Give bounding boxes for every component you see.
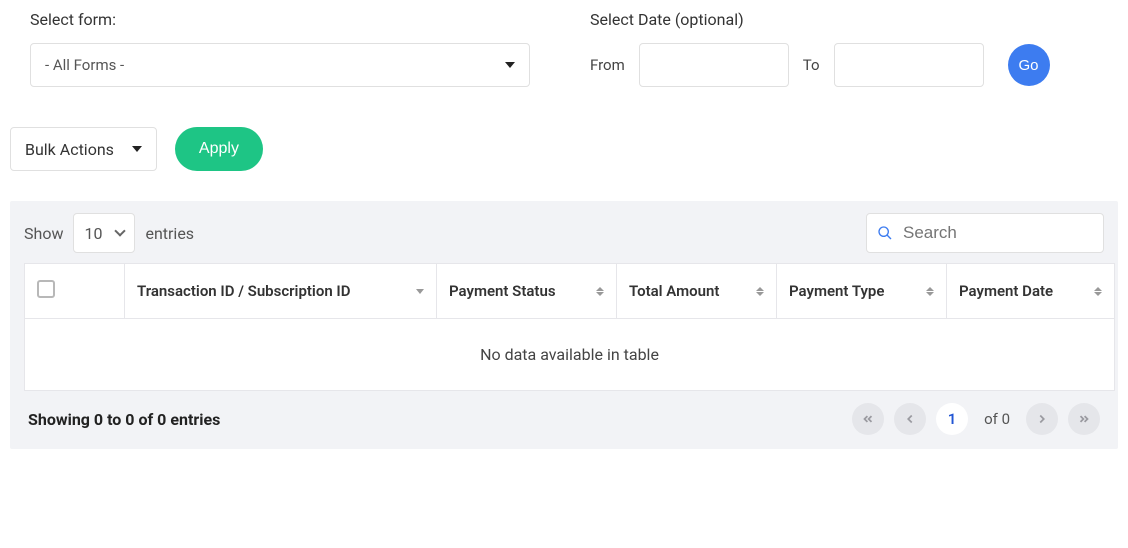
page-first-button[interactable] (852, 403, 884, 435)
select-form-dropdown[interactable]: - All Forms - (30, 43, 530, 87)
column-transaction[interactable]: Transaction ID / Subscription ID (125, 264, 437, 319)
table-container: Show 10 entries (10, 201, 1118, 449)
column-transaction-label: Transaction ID / Subscription ID (137, 282, 351, 300)
data-table: Transaction ID / Subscription ID Payment… (24, 263, 1115, 391)
page-next-button[interactable] (1026, 403, 1058, 435)
sort-icon (1094, 287, 1102, 296)
page-current[interactable]: 1 (936, 403, 968, 435)
page-last-button[interactable] (1068, 403, 1100, 435)
sort-icon (756, 287, 764, 296)
search-container[interactable] (866, 213, 1104, 253)
bulk-actions-dropdown[interactable]: Bulk Actions (10, 127, 157, 171)
page-size-select[interactable]: 10 (73, 213, 135, 253)
page-of-text: of 0 (984, 410, 1010, 428)
go-button[interactable]: Go (1008, 44, 1050, 86)
column-amount[interactable]: Total Amount (617, 264, 777, 319)
column-date[interactable]: Payment Date (947, 264, 1115, 319)
column-status-label: Payment Status (449, 282, 556, 300)
column-type[interactable]: Payment Type (777, 264, 947, 319)
apply-button[interactable]: Apply (175, 127, 263, 171)
caret-down-icon (505, 62, 515, 68)
from-label: From (590, 56, 625, 74)
sort-desc-icon (416, 289, 424, 294)
showing-text: Showing 0 to 0 of 0 entries (28, 410, 220, 429)
caret-down-icon (132, 146, 142, 152)
page-size-value: 10 (84, 224, 102, 243)
search-icon (877, 225, 893, 241)
pagination: 1 of 0 (852, 403, 1100, 435)
search-input[interactable] (901, 222, 1093, 244)
select-all-checkbox[interactable] (37, 280, 55, 298)
chevron-down-icon (115, 225, 126, 236)
from-date-input[interactable] (639, 43, 789, 87)
page-prev-button[interactable] (894, 403, 926, 435)
no-data-message: No data available in table (25, 319, 1115, 391)
select-date-label: Select Date (optional) (590, 10, 1050, 29)
entries-label: entries (145, 224, 194, 243)
column-select-all (25, 264, 125, 319)
to-date-input[interactable] (834, 43, 984, 87)
chevrons-left-icon (861, 412, 875, 426)
column-status[interactable]: Payment Status (437, 264, 617, 319)
bulk-actions-label: Bulk Actions (25, 140, 114, 159)
chevron-left-icon (903, 412, 917, 426)
chevrons-right-icon (1077, 412, 1091, 426)
sort-icon (926, 287, 934, 296)
select-form-label: Select form: (30, 10, 530, 29)
to-label: To (803, 56, 820, 74)
column-amount-label: Total Amount (629, 282, 719, 300)
column-type-label: Payment Type (789, 282, 884, 300)
show-label: Show (24, 224, 63, 243)
chevron-right-icon (1035, 412, 1049, 426)
column-date-label: Payment Date (959, 282, 1053, 300)
sort-icon (596, 287, 604, 296)
select-form-value: - All Forms - (45, 56, 124, 74)
